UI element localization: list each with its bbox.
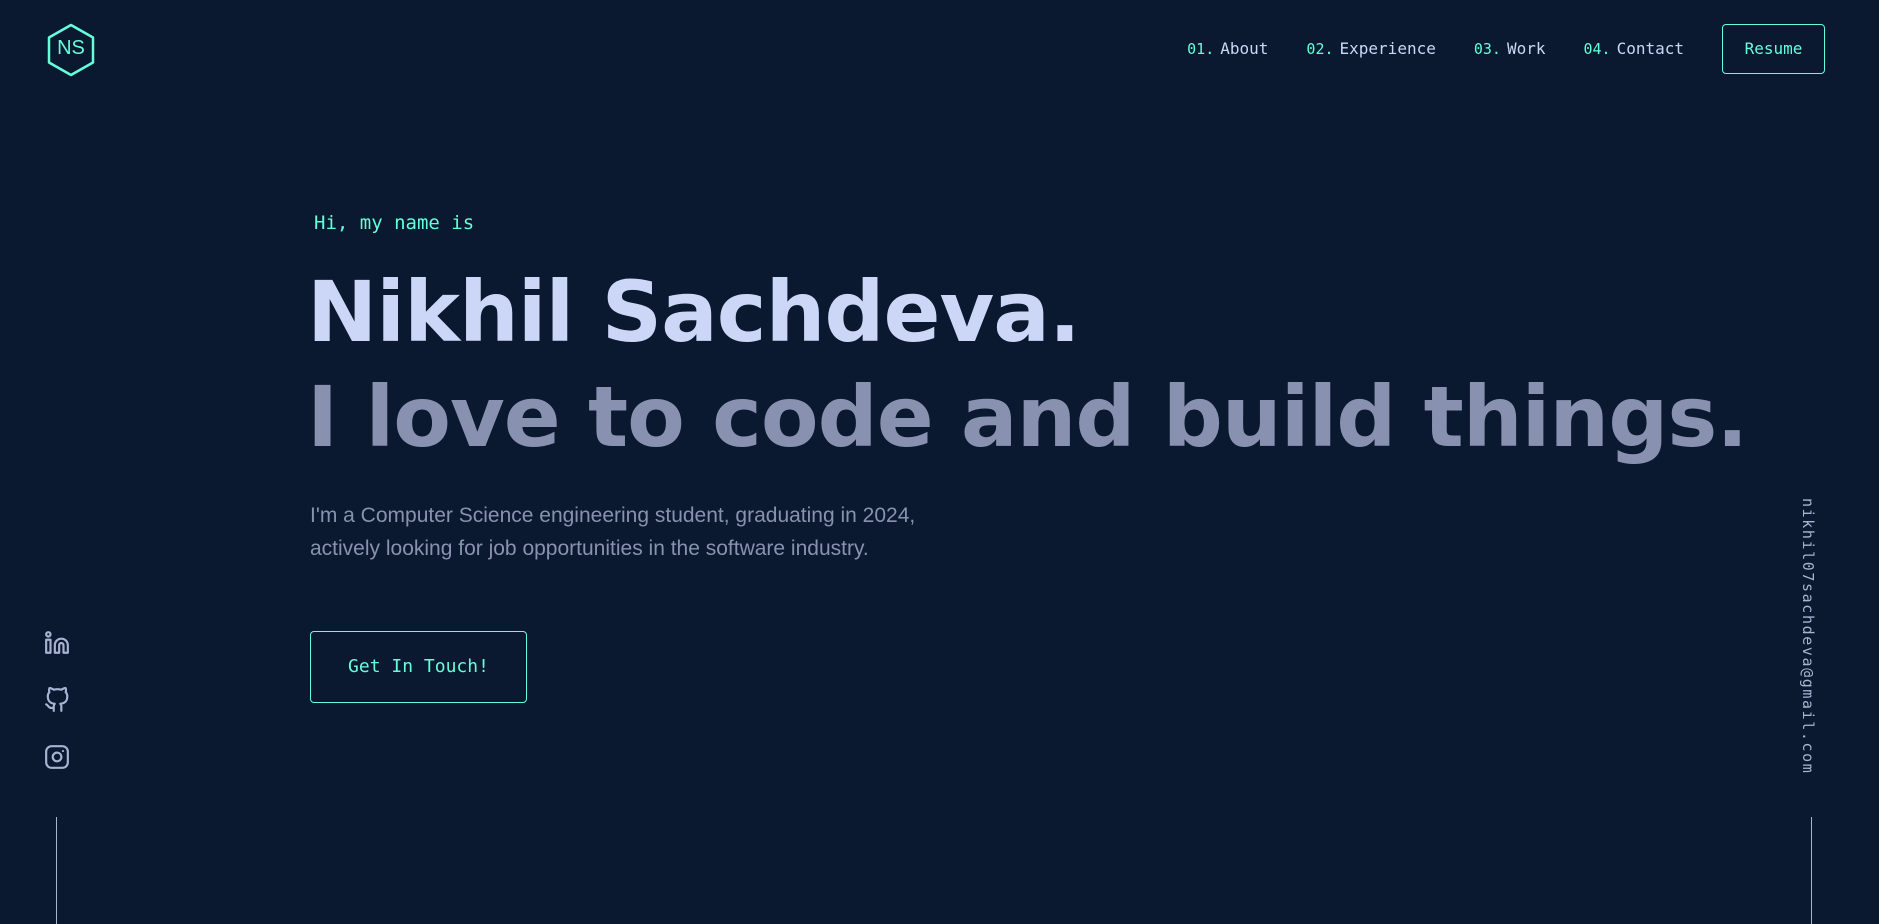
nav-label: Contact (1616, 39, 1684, 58)
nav-label: Work (1506, 39, 1546, 58)
logo-link[interactable]: NS (45, 22, 97, 78)
github-link[interactable] (44, 687, 70, 713)
hero-intro-line: actively looking for job opportunities i… (310, 537, 869, 560)
hero-tagline: I love to code and build things. (307, 368, 1748, 466)
instagram-link[interactable] (44, 744, 70, 770)
hero-name: Nikhil Sachdeva. (307, 263, 1081, 361)
social-links (44, 630, 70, 801)
nav-item-contact[interactable]: 04. Contact (1583, 24, 1684, 74)
hero-intro-line: I'm a Computer Science engineering stude… (310, 504, 916, 527)
left-side-line (56, 817, 57, 924)
nav-number: 01. (1187, 40, 1215, 58)
right-side-line (1811, 817, 1812, 924)
logo-text: NS (57, 37, 85, 59)
nav-number: 02. (1306, 40, 1334, 58)
nav-item-experience[interactable]: 02. Experience (1306, 24, 1435, 74)
hero-intro: I'm a Computer Science engineering stude… (310, 499, 990, 565)
nav-item-about[interactable]: 01. About (1187, 24, 1268, 74)
nav-number: 03. (1473, 40, 1501, 58)
get-in-touch-button[interactable]: Get In Touch! (310, 631, 527, 703)
main-nav: 01. About 02. Experience 03. Work 04. Co… (1187, 24, 1825, 74)
instagram-icon (45, 745, 69, 769)
linkedin-link[interactable] (44, 630, 70, 656)
nav-number: 04. (1583, 40, 1611, 58)
nav-item-work[interactable]: 03. Work (1474, 24, 1546, 74)
github-icon (45, 687, 69, 712)
resume-button[interactable]: Resume (1722, 24, 1825, 74)
linkedin-icon (45, 631, 69, 654)
nav-label: Experience (1339, 39, 1436, 58)
email-link[interactable]: nikhil07sachdeva@gmail.com (1799, 498, 1817, 774)
nav-label: About (1220, 39, 1269, 58)
hero-greeting: Hi, my name is (314, 212, 475, 234)
